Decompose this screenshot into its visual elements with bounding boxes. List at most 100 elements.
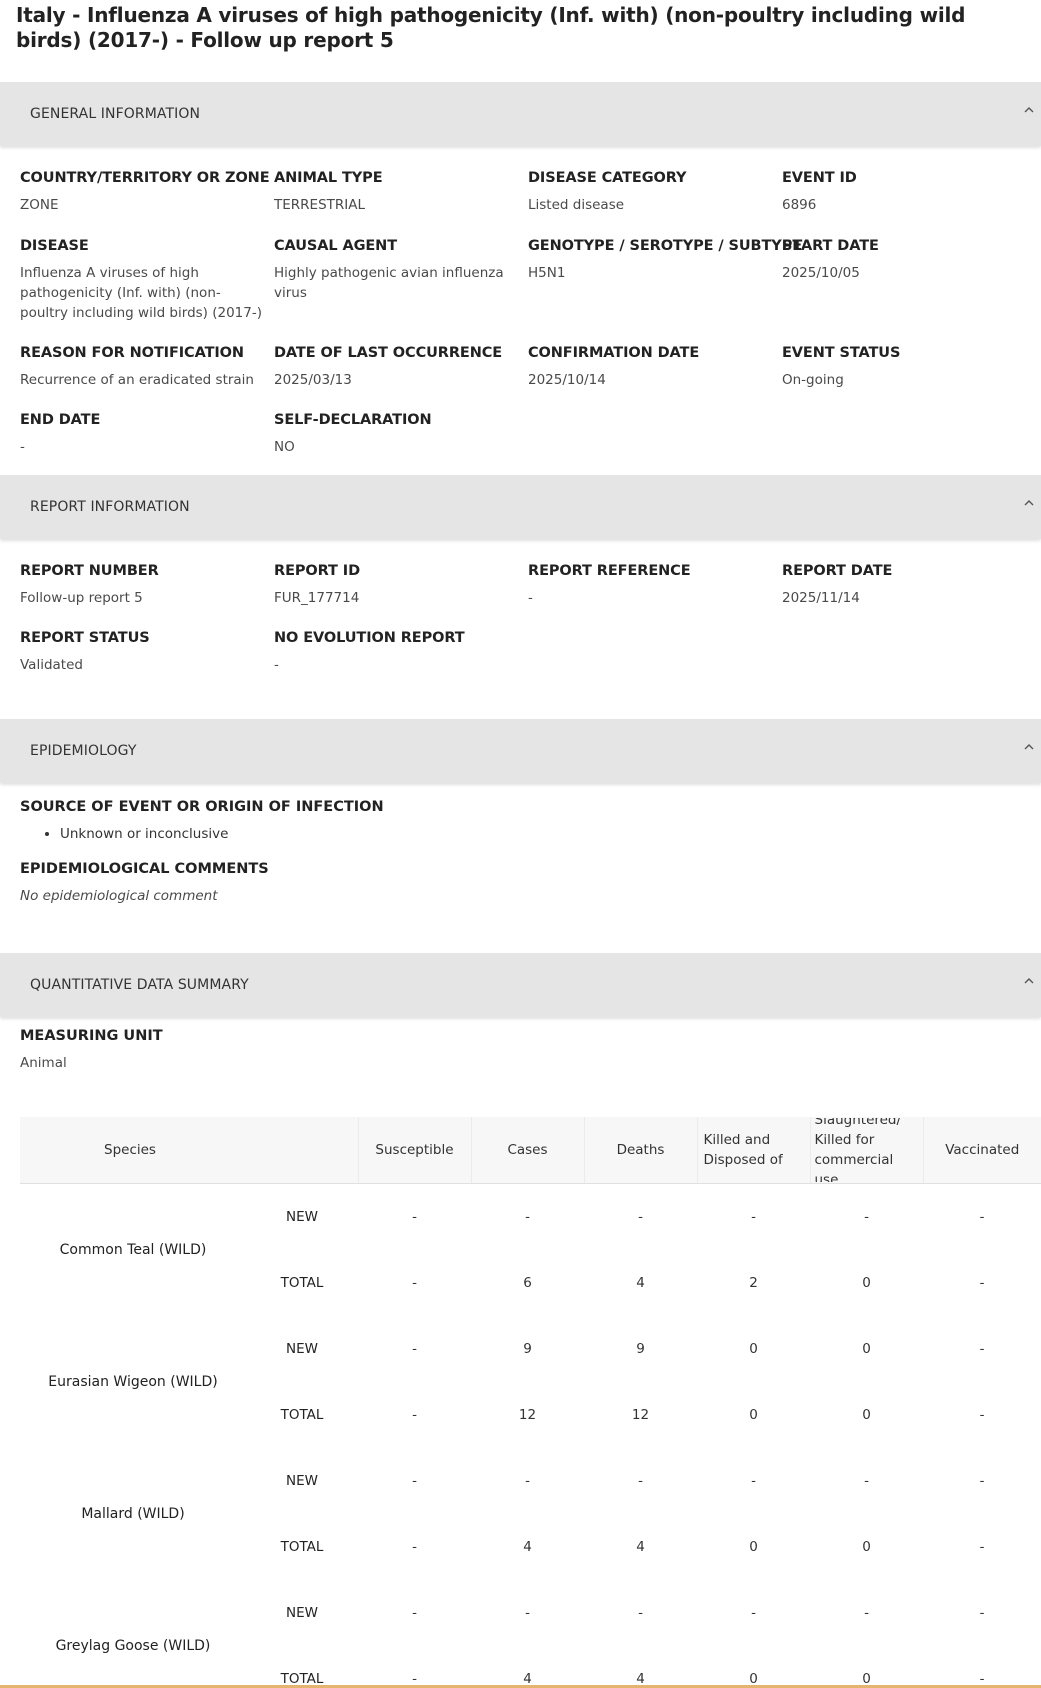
measuring-unit-value: Animal [20, 1055, 67, 1071]
vaccinated-cell: - [979, 1407, 985, 1423]
chevron-up-icon[interactable] [1023, 497, 1035, 509]
row-kind: NEW [286, 1341, 318, 1357]
deaths-cell: 4 [636, 1671, 645, 1687]
epidemiological-comments-value: No epidemiological comment [20, 888, 218, 904]
field-event-id: EVENT ID 6896 [782, 170, 857, 213]
killed-cell: - [751, 1473, 756, 1489]
row-kind: TOTAL [280, 1407, 324, 1423]
report-information-title: REPORT INFORMATION [30, 499, 190, 515]
quantitative-data-table: Species Susceptible Cases Deaths Killed … [20, 1117, 1041, 1688]
field-event-status: EVENT STATUS On-going [782, 345, 901, 388]
column-vaccinated[interactable]: Vaccinated [922, 1117, 1041, 1184]
vaccinated-cell: - [979, 1473, 985, 1489]
killed-cell: - [751, 1605, 756, 1621]
species-cell: Common Teal (WILD) [59, 1242, 207, 1258]
quantitative-data-title: QUANTITATIVE DATA SUMMARY [30, 977, 249, 993]
column-slaughtered[interactable]: Slaughtered/ Killed for commercial use [809, 1117, 923, 1184]
field-report-reference: REPORT REFERENCE - [528, 563, 691, 606]
slaughtered-cell: 0 [862, 1671, 871, 1687]
chevron-up-icon[interactable] [1023, 975, 1035, 987]
field-disease: DISEASE Influenza A viruses of high path… [20, 238, 262, 321]
killed-cell: 2 [749, 1275, 758, 1291]
table-row: Eurasian Wigeon (WILD) NEW - 9 9 0 0 - [20, 1316, 1041, 1390]
species-cell: Mallard (WILD) [81, 1506, 185, 1522]
quantitative-data-header[interactable]: QUANTITATIVE DATA SUMMARY [0, 953, 1041, 1017]
deaths-cell: 12 [631, 1407, 650, 1423]
susceptible-cell: - [412, 1605, 417, 1621]
killed-cell: - [751, 1209, 756, 1225]
deaths-cell: - [638, 1473, 643, 1489]
cases-cell: - [525, 1473, 530, 1489]
susceptible-cell: - [412, 1209, 417, 1225]
field-end-date: END DATE - [20, 412, 101, 455]
susceptible-cell: - [412, 1671, 417, 1687]
killed-cell: 0 [749, 1539, 758, 1555]
field-report-status: REPORT STATUS Validated [20, 630, 150, 673]
cases-cell: 4 [523, 1539, 532, 1555]
chevron-up-icon[interactable] [1023, 104, 1035, 116]
row-kind: NEW [286, 1209, 318, 1225]
column-killed-disposed[interactable]: Killed and Disposed of [696, 1117, 810, 1184]
table-row: Greylag Goose (WILD) NEW - - - - - - [20, 1580, 1041, 1654]
cases-cell: - [525, 1605, 530, 1621]
epidemiology-header[interactable]: EPIDEMIOLOGY [0, 719, 1041, 783]
field-report-id: REPORT ID FUR_177714 [274, 563, 361, 606]
slaughtered-cell: - [864, 1209, 869, 1225]
general-information-grid: COUNTRY/TERRITORY OR ZONE ZONE ANIMAL TY… [0, 146, 1041, 475]
epidemiology-body: SOURCE OF EVENT OR ORIGIN OF INFECTION U… [0, 783, 1041, 953]
cases-cell: 6 [523, 1275, 532, 1291]
vaccinated-cell: - [979, 1209, 985, 1225]
slaughtered-cell: 0 [862, 1341, 871, 1357]
column-susceptible[interactable]: Susceptible [357, 1117, 471, 1184]
susceptible-cell: - [412, 1407, 417, 1423]
column-cases[interactable]: Cases [470, 1117, 584, 1184]
vaccinated-cell: - [979, 1341, 985, 1357]
measuring-unit: MEASURING UNIT Animal [0, 1017, 1041, 1073]
row-kind: NEW [286, 1605, 318, 1621]
table-header-row: Species Susceptible Cases Deaths Killed … [20, 1117, 1041, 1184]
killed-cell: 0 [749, 1671, 758, 1687]
report-page: Italy - Influenza A viruses of high path… [0, 0, 1041, 1688]
slaughtered-cell: - [864, 1605, 869, 1621]
field-country-zone: COUNTRY/TERRITORY OR ZONE ZONE [20, 170, 270, 213]
deaths-cell: 4 [636, 1539, 645, 1555]
deaths-cell: - [638, 1209, 643, 1225]
susceptible-cell: - [412, 1539, 417, 1555]
field-last-occurrence: DATE OF LAST OCCURRENCE 2025/03/13 [274, 345, 503, 388]
report-information-header[interactable]: REPORT INFORMATION [0, 475, 1041, 539]
slaughtered-cell: 0 [862, 1275, 871, 1291]
field-animal-type: ANIMAL TYPE TERRESTRIAL [274, 170, 383, 213]
field-genotype: GENOTYPE / SEROTYPE / SUBTYPE H5N1 [528, 238, 803, 281]
column-deaths[interactable]: Deaths [583, 1117, 697, 1184]
species-cell: Eurasian Wigeon (WILD) [48, 1374, 218, 1390]
cases-cell: 4 [523, 1671, 532, 1687]
row-kind: TOTAL [280, 1671, 324, 1687]
susceptible-cell: - [412, 1275, 417, 1291]
table-row: Common Teal (WILD) NEW - - - - - - [20, 1184, 1041, 1258]
field-confirmation-date: CONFIRMATION DATE 2025/10/14 [528, 345, 700, 388]
cases-cell: - [525, 1209, 530, 1225]
slaughtered-cell: 0 [862, 1539, 871, 1555]
column-species[interactable]: Species [20, 1117, 358, 1184]
vaccinated-cell: - [979, 1539, 985, 1555]
vaccinated-cell: - [979, 1275, 985, 1291]
field-report-date: REPORT DATE 2025/11/14 [782, 563, 893, 606]
epidemiological-comments-label: EPIDEMIOLOGICAL COMMENTS [20, 861, 269, 877]
deaths-cell: 9 [636, 1341, 645, 1357]
report-information-grid: REPORT NUMBER Follow-up report 5 REPORT … [0, 539, 1041, 719]
general-information-header[interactable]: GENERAL INFORMATION [0, 82, 1041, 146]
measuring-unit-label: MEASURING UNIT [20, 1028, 163, 1044]
page-title: Italy - Influenza A viruses of high path… [16, 3, 966, 52]
susceptible-cell: - [412, 1341, 417, 1357]
field-causal-agent: CAUSAL AGENT Highly pathogenic avian inf… [274, 238, 504, 301]
epidemiology-title: EPIDEMIOLOGY [30, 743, 137, 759]
cases-cell: 12 [518, 1407, 537, 1423]
row-kind: TOTAL [280, 1539, 324, 1555]
list-item: Unknown or inconclusive [60, 824, 1041, 844]
field-no-evolution-report: NO EVOLUTION REPORT - [274, 630, 465, 673]
deaths-cell: - [638, 1605, 643, 1621]
general-information-title: GENERAL INFORMATION [30, 106, 201, 122]
field-reason-notification: REASON FOR NOTIFICATION Recurrence of an… [20, 345, 254, 388]
chevron-up-icon[interactable] [1023, 741, 1035, 753]
field-disease-category: DISEASE CATEGORY Listed disease [528, 170, 687, 213]
